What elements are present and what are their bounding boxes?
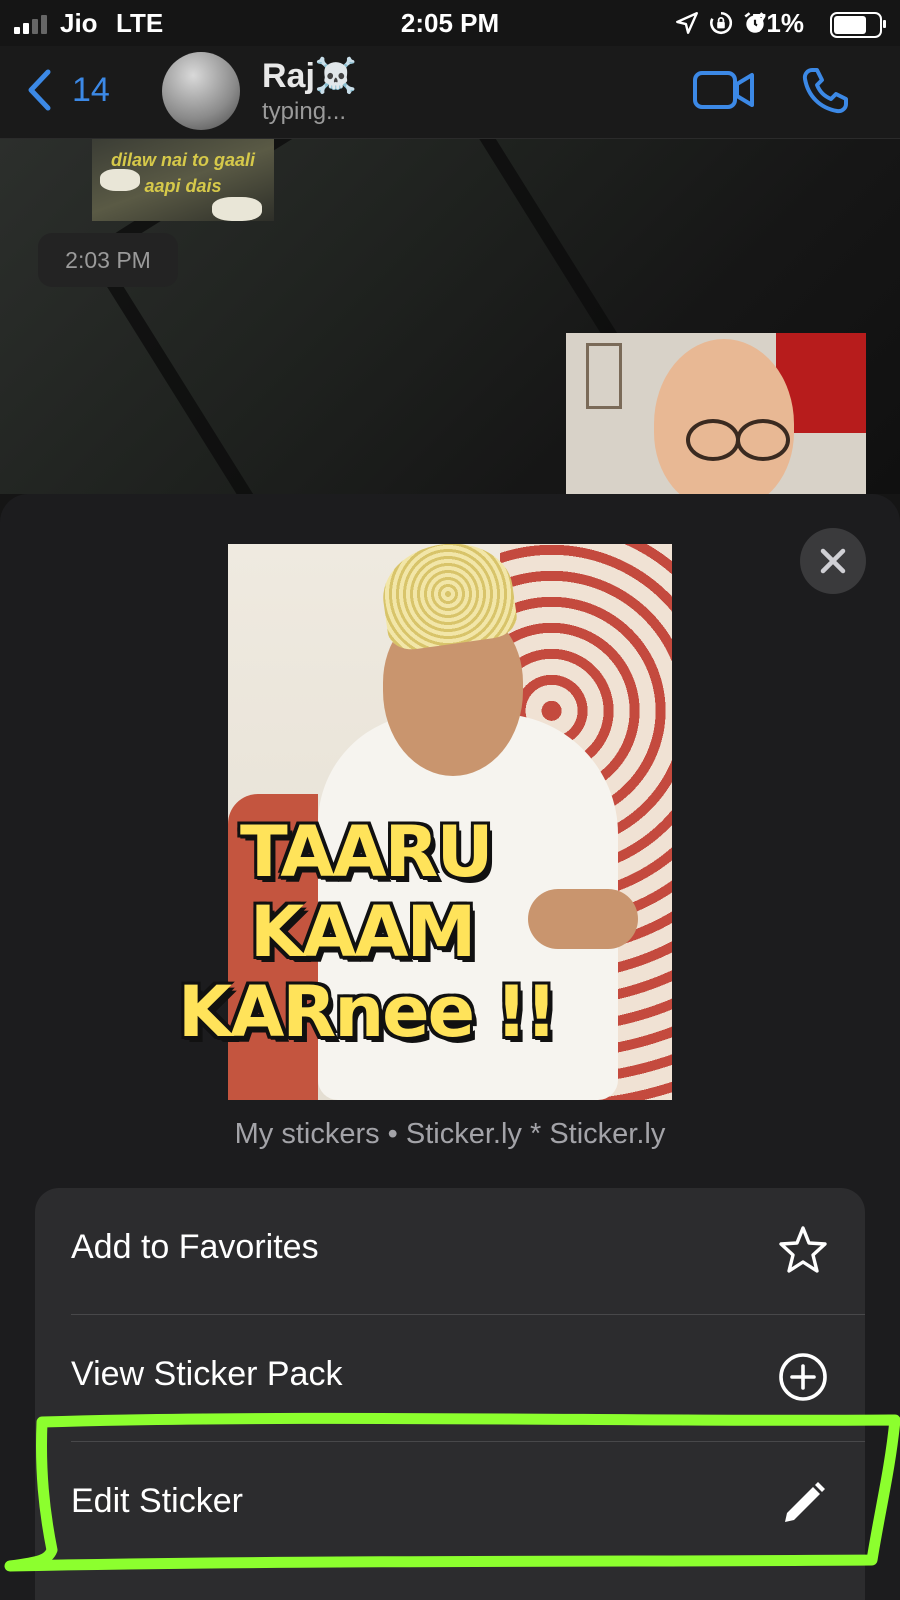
sticker-caption-line: TAARU	[240, 811, 493, 893]
unread-count: 14	[72, 70, 110, 109]
sticker-action-sheet: TAARU KAAM KARnee !! My stickers • Stick…	[0, 494, 900, 1600]
battery-icon	[830, 12, 886, 38]
sticker-caption-line: KARnee !!	[178, 971, 557, 1053]
add-to-favorites-button[interactable]: Add to Favorites	[35, 1188, 865, 1314]
sticker-text: dilaw nai to gaali aapi dais	[110, 150, 256, 196]
sent-sticker[interactable]	[566, 333, 866, 494]
rotation-lock-icon	[710, 11, 733, 35]
chevron-left-icon	[28, 69, 51, 111]
sticker-source: My stickers • Sticker.ly * Sticker.ly	[234, 1118, 666, 1150]
sticker-caption: TAARU KAAM KARnee !!	[178, 812, 578, 1052]
message-timestamp: 2:03 PM	[38, 233, 178, 287]
menu-item-label: Add to Favorites	[71, 1228, 319, 1266]
menu-item-label: View Sticker Pack	[71, 1355, 343, 1393]
close-button[interactable]	[800, 528, 866, 594]
chat-header: 14 Raj☠️ typing...	[0, 46, 900, 139]
video-call-icon[interactable]	[692, 68, 756, 112]
sticker-menu: Add to Favorites View Sticker Pack Edit …	[35, 1188, 865, 1600]
edit-sticker-button[interactable]: Edit Sticker	[35, 1442, 865, 1568]
battery-percent: 71%	[751, 8, 804, 38]
status-bar: Jio LTE 2:05 PM 71%	[0, 0, 900, 46]
plus-circle-icon	[779, 1353, 827, 1401]
star-icon	[779, 1226, 827, 1273]
pencil-icon	[785, 1482, 825, 1522]
chat-area[interactable]: dilaw nai to gaali aapi dais 2:03 PM	[0, 139, 900, 494]
location-icon	[676, 12, 698, 34]
contact-name[interactable]: Raj☠️	[262, 56, 357, 96]
close-icon	[820, 548, 846, 574]
view-sticker-pack-button[interactable]: View Sticker Pack	[35, 1315, 865, 1441]
phone-icon[interactable]	[800, 66, 850, 116]
back-button[interactable]: 14	[26, 66, 110, 114]
received-sticker[interactable]: dilaw nai to gaali aapi dais	[92, 139, 274, 221]
contact-status: typing...	[262, 98, 347, 125]
sticker-caption-line: KAAM	[250, 891, 476, 973]
menu-item-label: Edit Sticker	[71, 1482, 243, 1520]
contact-avatar[interactable]	[162, 52, 240, 130]
